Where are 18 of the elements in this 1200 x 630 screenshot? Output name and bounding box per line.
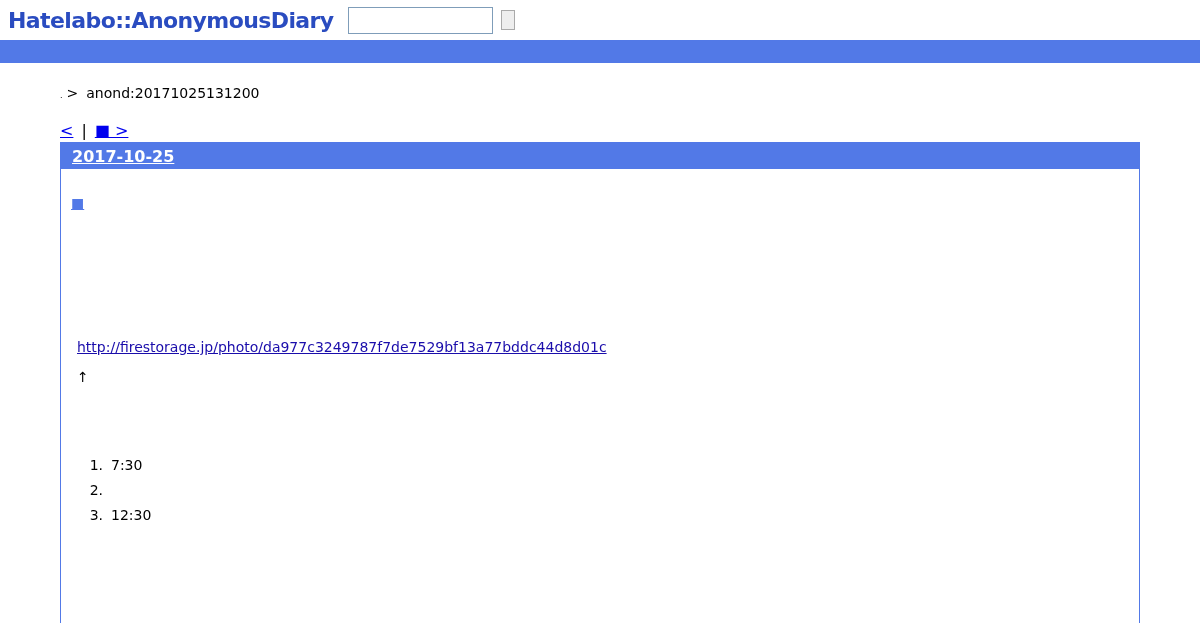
breadcrumb-item: > <box>66 85 79 101</box>
pager-separator: | <box>81 121 87 140</box>
date-link[interactable]: 2017-10-25 <box>72 146 175 166</box>
search-field[interactable] <box>347 6 493 34</box>
list-number: 2. <box>89 482 103 500</box>
list-item-text: 12:30 <box>111 507 152 525</box>
site-logo[interactable]: Hatelabo::AnonymousDiary <box>8 7 334 33</box>
search-button[interactable] <box>500 10 515 30</box>
pager-link[interactable]: ■ > <box>94 121 129 140</box>
list-number: 1. <box>89 457 103 475</box>
section-link[interactable]: ■ <box>71 195 85 211</box>
breadcrumb-item: . <box>60 91 63 100</box>
pager-link[interactable]: < <box>60 121 74 140</box>
arrow-text: ↑ <box>77 369 89 385</box>
breadcrumb-item: anond:20171025131200 <box>86 85 260 101</box>
list-number: 3. <box>89 507 103 525</box>
photo-link[interactable]: http://firestorage.jp/photo/da977c3249787f7de7529bf13a77bddc44d8d01c <box>77 339 607 355</box>
list-item-text: 7:30 <box>111 457 143 475</box>
